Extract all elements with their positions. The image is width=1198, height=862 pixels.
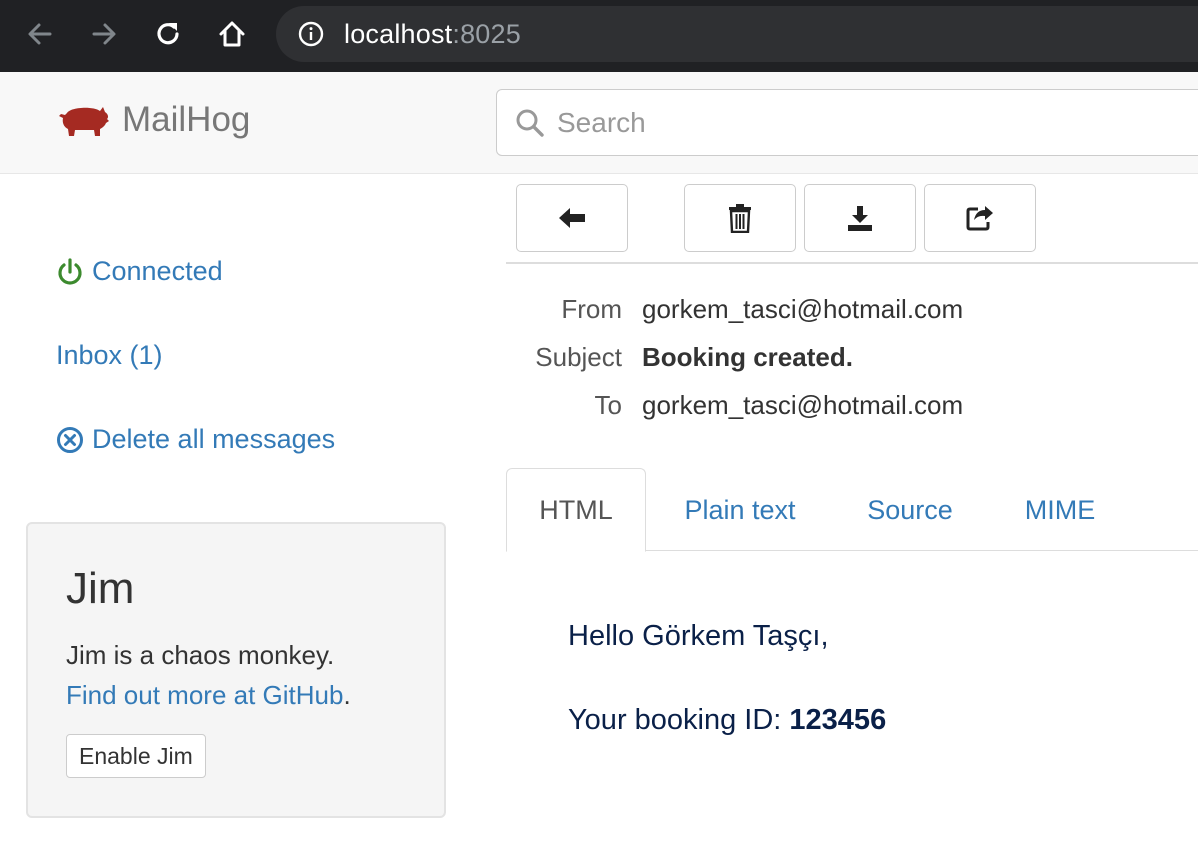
- forward-button[interactable]: [86, 16, 122, 52]
- github-link[interactable]: Find out more at GitHub: [66, 680, 343, 710]
- remove-circle-icon: [57, 426, 83, 453]
- delete-all-link[interactable]: Delete all messages: [56, 424, 335, 455]
- search-box[interactable]: [496, 89, 1198, 156]
- from-label: From: [561, 294, 622, 324]
- from-value: gorkem_tasci@hotmail.com: [642, 294, 964, 324]
- info-icon[interactable]: [298, 21, 324, 47]
- search-input[interactable]: [557, 100, 1157, 146]
- url-port: :8025: [452, 19, 521, 49]
- booking-prefix: Your booking ID:: [568, 704, 790, 736]
- app-header: MailHog: [0, 72, 1198, 174]
- connected-label: Connected: [92, 256, 223, 286]
- trash-icon: [729, 204, 751, 233]
- forward-arrow-icon: [92, 23, 116, 45]
- url-text: localhost:8025: [344, 19, 521, 50]
- release-icon: [966, 206, 993, 231]
- enable-jim-button[interactable]: Enable Jim: [66, 734, 206, 778]
- url-host: localhost: [344, 19, 453, 49]
- toolbar-divider: [506, 262, 1198, 264]
- back-button[interactable]: [22, 16, 58, 52]
- delete-message-button[interactable]: [684, 184, 796, 252]
- brand-link[interactable]: MailHog: [58, 100, 250, 140]
- brand-name: MailHog: [122, 100, 251, 139]
- jim-panel: Jim Jim is a chaos monkey. Find out more…: [26, 522, 446, 818]
- back-to-inbox-button[interactable]: [516, 184, 628, 252]
- greeting-text: Hello Görkem Taşçı,: [568, 620, 829, 652]
- browser-toolbar: localhost:8025: [0, 0, 1198, 72]
- pig-logo-icon: [59, 107, 109, 136]
- connected-status[interactable]: Connected: [56, 256, 223, 287]
- tab-source[interactable]: Source: [846, 468, 974, 552]
- booking-line: Your booking ID: 123456: [568, 704, 886, 737]
- home-button[interactable]: [214, 16, 250, 52]
- tab-mime[interactable]: MIME: [1002, 468, 1118, 552]
- reload-button[interactable]: [150, 16, 186, 52]
- to-label: To: [594, 390, 622, 420]
- search-icon: [516, 109, 544, 137]
- reload-icon: [157, 23, 179, 45]
- back-arrow-icon: [559, 208, 585, 228]
- delete-all-label: Delete all messages: [92, 424, 336, 454]
- power-icon: [58, 257, 82, 285]
- home-icon: [219, 21, 245, 47]
- download-button[interactable]: [804, 184, 916, 252]
- jim-link-suffix: .: [343, 680, 351, 710]
- to-value: gorkem_tasci@hotmail.com: [642, 390, 964, 420]
- tab-plain-text[interactable]: Plain text: [662, 468, 818, 552]
- jim-description: Jim is a chaos monkey.: [66, 640, 335, 670]
- subject-label: Subject: [535, 342, 622, 372]
- booking-id: 123456: [789, 704, 887, 736]
- jim-link-line: Find out more at GitHub.: [66, 680, 351, 711]
- back-arrow-icon: [28, 23, 52, 45]
- jim-title: Jim: [66, 564, 135, 613]
- subject-value: Booking created.: [642, 342, 853, 372]
- address-bar[interactable]: localhost:8025: [276, 6, 1198, 62]
- tab-html[interactable]: HTML: [506, 468, 646, 552]
- inbox-link[interactable]: Inbox (1): [56, 340, 163, 371]
- download-icon: [848, 206, 872, 231]
- release-button[interactable]: [924, 184, 1036, 252]
- inbox-label: Inbox (1): [56, 340, 163, 370]
